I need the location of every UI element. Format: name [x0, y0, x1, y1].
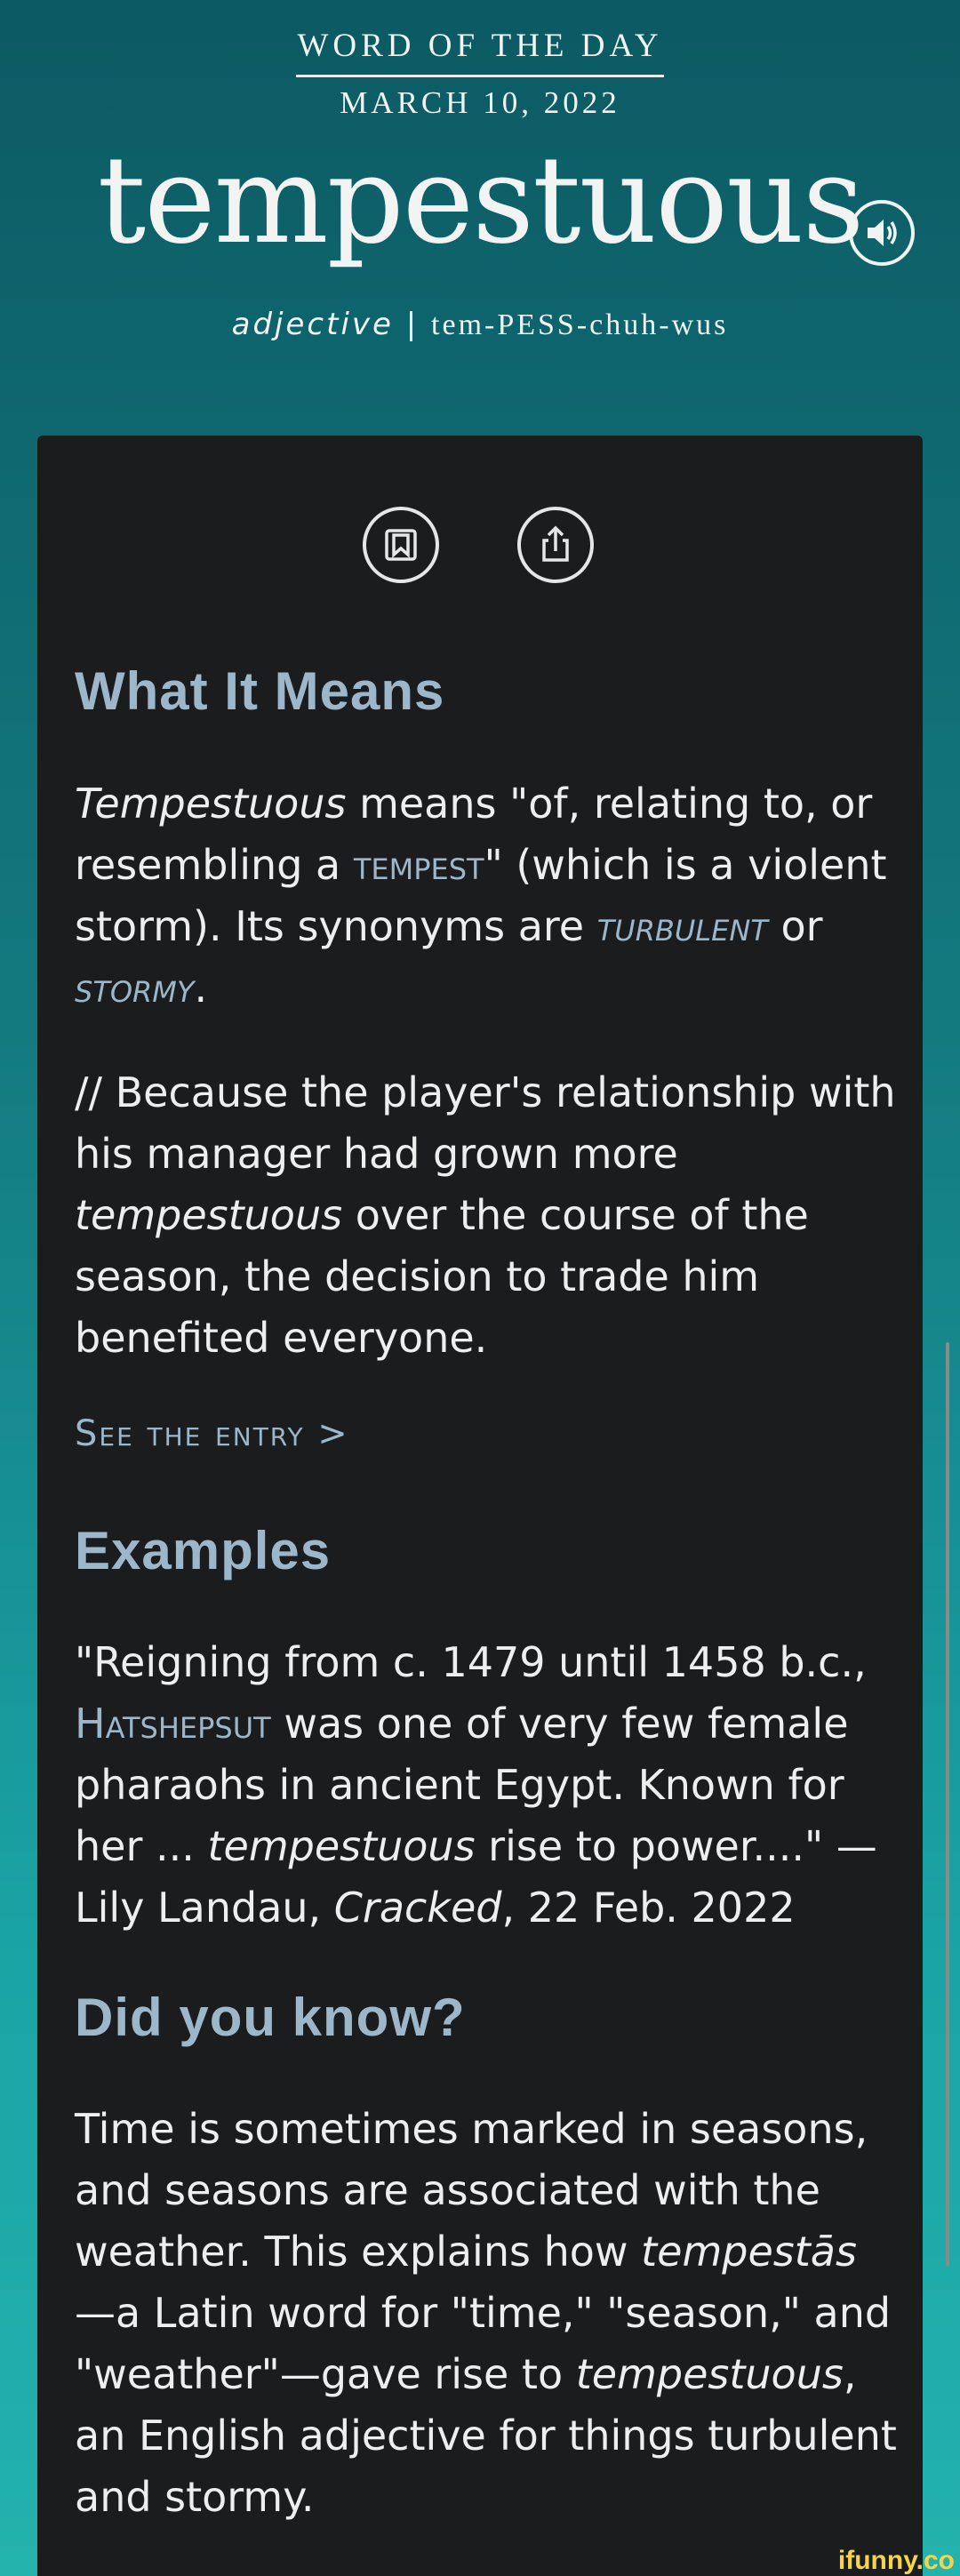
headword: tempestuous: [97, 131, 865, 271]
header-divider: [296, 75, 664, 77]
scrollbar[interactable]: [946, 1342, 949, 2267]
ifunny-watermark: ifunny.co: [837, 2546, 955, 2575]
share-icon: [542, 525, 569, 562]
pronunciation: tem-PESS-chuh-wus: [431, 308, 729, 341]
hatshepsut-link[interactable]: Hatshepsut: [75, 1700, 271, 1748]
definition-paragraph: Tempestuous means "of, relating to, or r…: [75, 780, 887, 1012]
examples-paragraph: "Reigning from c. 1479 until 1458 b.c., …: [75, 1638, 877, 1932]
tempest-link[interactable]: tempest: [354, 841, 484, 889]
examples-heading: Examples: [75, 1521, 332, 1580]
turbulent-link[interactable]: turbulent: [597, 902, 768, 950]
bookmark-icon: [385, 529, 417, 561]
headword-italic: Tempestuous: [75, 780, 347, 828]
part-of-speech: adjective: [231, 307, 394, 342]
source-title: Cracked: [333, 1884, 502, 1932]
did-you-know-paragraph: Time is sometimes marked in seasons, and…: [75, 2105, 897, 2521]
date: MARCH 10, 2022: [340, 85, 620, 120]
usage-example-paragraph: // Because the player's relationship wit…: [75, 1068, 896, 1362]
pronunciation-line: adjective | tem-PESS-chuh-wus: [0, 307, 960, 342]
section-label: WORD OF THE DAY: [297, 28, 663, 64]
speaker-icon[interactable]: [849, 200, 915, 266]
did-you-know-heading: Did you know?: [75, 1988, 466, 2047]
what-it-means-heading: What It Means: [75, 661, 445, 721]
see-the-entry-link[interactable]: See the entry >: [75, 1413, 349, 1454]
stormy-link[interactable]: stormy: [75, 964, 194, 1012]
share-button[interactable]: [517, 507, 594, 583]
separator: |: [405, 307, 420, 342]
bookmark-button[interactable]: [363, 507, 439, 583]
